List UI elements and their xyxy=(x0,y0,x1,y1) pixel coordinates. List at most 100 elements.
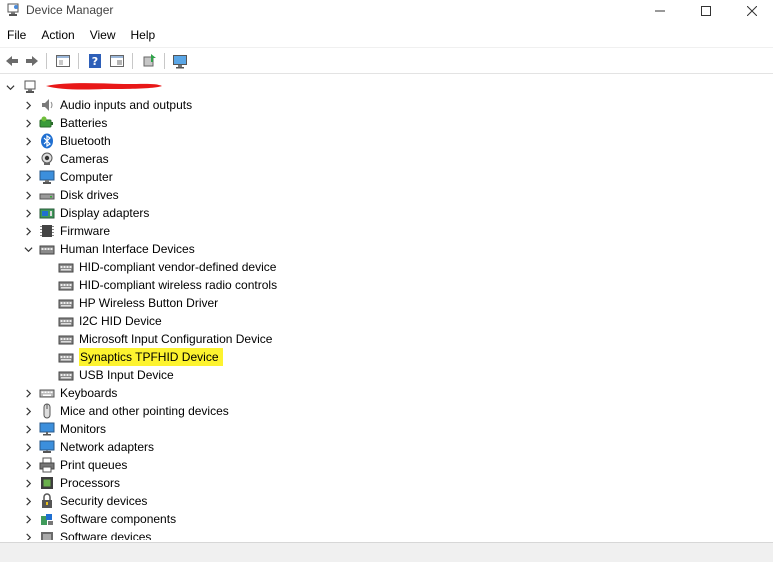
tree-category-label: Batteries xyxy=(60,116,108,130)
close-button[interactable] xyxy=(729,0,773,22)
chevron-down-icon[interactable] xyxy=(4,78,16,96)
help-button[interactable]: ? xyxy=(85,51,105,71)
tree-category-display-adapters[interactable]: Display adapters xyxy=(22,204,149,222)
tree-device-label: USB Input Device xyxy=(79,368,174,382)
tree-category-mice-and-other-pointing-devices[interactable]: Mice and other pointing devices xyxy=(22,402,229,420)
tree-device-label: HP Wireless Button Driver xyxy=(79,296,219,310)
tree-category-computer[interactable]: Computer xyxy=(22,168,113,186)
chevron-right-icon[interactable] xyxy=(22,510,34,528)
back-arrow-icon xyxy=(6,56,18,66)
tree-category-processors[interactable]: Processors xyxy=(22,474,120,492)
device-tree: Audio inputs and outputs Batteries Bluetoo… xyxy=(0,78,773,540)
toolbar-separator xyxy=(164,53,165,69)
camera-icon xyxy=(39,151,55,167)
tree-category-print-queues[interactable]: Print queues xyxy=(22,456,127,474)
hid-device-icon xyxy=(58,259,74,275)
hid-device-icon xyxy=(58,367,74,383)
tree-category-cameras[interactable]: Cameras xyxy=(22,150,109,168)
svg-text:?: ? xyxy=(92,55,98,68)
bluetooth-icon xyxy=(39,133,55,149)
minimize-button[interactable] xyxy=(637,0,683,22)
hid-device-icon xyxy=(58,295,74,311)
tree-device-item[interactable]: HP Wireless Button Driver xyxy=(58,294,218,312)
chevron-right-icon[interactable] xyxy=(22,456,34,474)
tree-root[interactable] xyxy=(4,78,184,96)
redaction-mark xyxy=(46,83,162,90)
tree-device-label: Microsoft Input Configuration Device xyxy=(79,332,273,346)
printer-icon xyxy=(39,457,55,473)
software-component-icon xyxy=(39,511,55,527)
tree-category-label: Computer xyxy=(60,170,113,184)
chevron-right-icon[interactable] xyxy=(22,528,34,540)
title-bar: Device Manager xyxy=(0,0,773,22)
tree-category-keyboards[interactable]: Keyboards xyxy=(22,384,117,402)
update-driver-icon xyxy=(143,54,156,67)
tree-device-label: I2C HID Device xyxy=(79,314,162,328)
tree-category-monitors[interactable]: Monitors xyxy=(22,420,106,438)
menu-help[interactable]: Help xyxy=(124,26,164,46)
chevron-right-icon[interactable] xyxy=(22,222,34,240)
chevron-right-icon[interactable] xyxy=(22,492,34,510)
tree-device-item[interactable]: Synaptics TPFHID Device xyxy=(58,348,223,366)
scan-hardware-button[interactable] xyxy=(170,51,190,71)
help-icon: ? xyxy=(89,54,101,68)
toolbar-separator xyxy=(78,53,79,69)
back-button[interactable] xyxy=(2,51,22,71)
chevron-right-icon[interactable] xyxy=(22,114,34,132)
update-driver-button[interactable] xyxy=(139,51,159,71)
tree-category-software-components[interactable]: Software components xyxy=(22,510,176,528)
tree-category-label: Monitors xyxy=(60,422,107,436)
toolbar: ? xyxy=(0,47,773,74)
show-hidden-button[interactable] xyxy=(107,51,127,71)
tree-category-human-interface-devices[interactable]: Human Interface Devices xyxy=(22,240,195,258)
tree-device-item[interactable]: USB Input Device xyxy=(58,366,174,384)
monitor-icon xyxy=(39,421,55,437)
chevron-right-icon[interactable] xyxy=(22,96,34,114)
tree-category-label: Cameras xyxy=(60,152,109,166)
tree-category-firmware[interactable]: Firmware xyxy=(22,222,110,240)
forward-button[interactable] xyxy=(22,51,42,71)
tree-category-audio-inputs-and-outputs[interactable]: Audio inputs and outputs xyxy=(22,96,192,114)
tree-category-security-devices[interactable]: Security devices xyxy=(22,492,147,510)
tree-category-label: Software components xyxy=(60,512,177,526)
tree-device-item[interactable]: HID-compliant wireless radio controls xyxy=(58,276,277,294)
chevron-right-icon[interactable] xyxy=(22,168,34,186)
tree-category-software-devices[interactable]: Software devices xyxy=(22,528,151,540)
tree-category-bluetooth[interactable]: Bluetooth xyxy=(22,132,111,150)
mouse-icon xyxy=(39,403,55,419)
tree-category-label: Software devices xyxy=(60,530,152,540)
tree-category-label: Network adapters xyxy=(60,440,155,454)
hid-device-icon xyxy=(58,331,74,347)
menu-action[interactable]: Action xyxy=(34,26,82,46)
menu-file[interactable]: File xyxy=(0,26,34,46)
tree-category-disk-drives[interactable]: Disk drives xyxy=(22,186,119,204)
scan-hardware-icon xyxy=(173,55,187,69)
maximize-icon xyxy=(701,6,711,16)
show-hidden-icon xyxy=(110,55,124,67)
properties-button[interactable] xyxy=(53,51,73,71)
chevron-right-icon[interactable] xyxy=(22,150,34,168)
chevron-right-icon[interactable] xyxy=(22,474,34,492)
tree-category-label: Display adapters xyxy=(60,206,150,220)
tree-device-item[interactable]: Microsoft Input Configuration Device xyxy=(58,330,272,348)
chevron-right-icon[interactable] xyxy=(22,384,34,402)
chevron-right-icon[interactable] xyxy=(22,132,34,150)
tree-category-batteries[interactable]: Batteries xyxy=(22,114,107,132)
keyboard-icon xyxy=(39,385,55,401)
tree-device-item[interactable]: HID-compliant vendor-defined device xyxy=(58,258,276,276)
software-device-icon xyxy=(39,529,55,540)
chevron-right-icon[interactable] xyxy=(22,204,34,222)
chevron-down-icon[interactable] xyxy=(22,240,34,258)
chevron-right-icon[interactable] xyxy=(22,420,34,438)
chevron-right-icon[interactable] xyxy=(22,438,34,456)
toolbar-separator xyxy=(132,53,133,69)
menu-view[interactable]: View xyxy=(83,26,124,46)
tree-category-label: Firmware xyxy=(60,224,110,238)
chevron-right-icon[interactable] xyxy=(22,402,34,420)
display-adapter-icon xyxy=(39,205,55,221)
maximize-button[interactable] xyxy=(683,0,729,22)
tree-category-network-adapters[interactable]: Network adapters xyxy=(22,438,154,456)
hid-device-icon xyxy=(58,349,74,365)
chevron-right-icon[interactable] xyxy=(22,186,34,204)
tree-device-item[interactable]: I2C HID Device xyxy=(58,312,162,330)
